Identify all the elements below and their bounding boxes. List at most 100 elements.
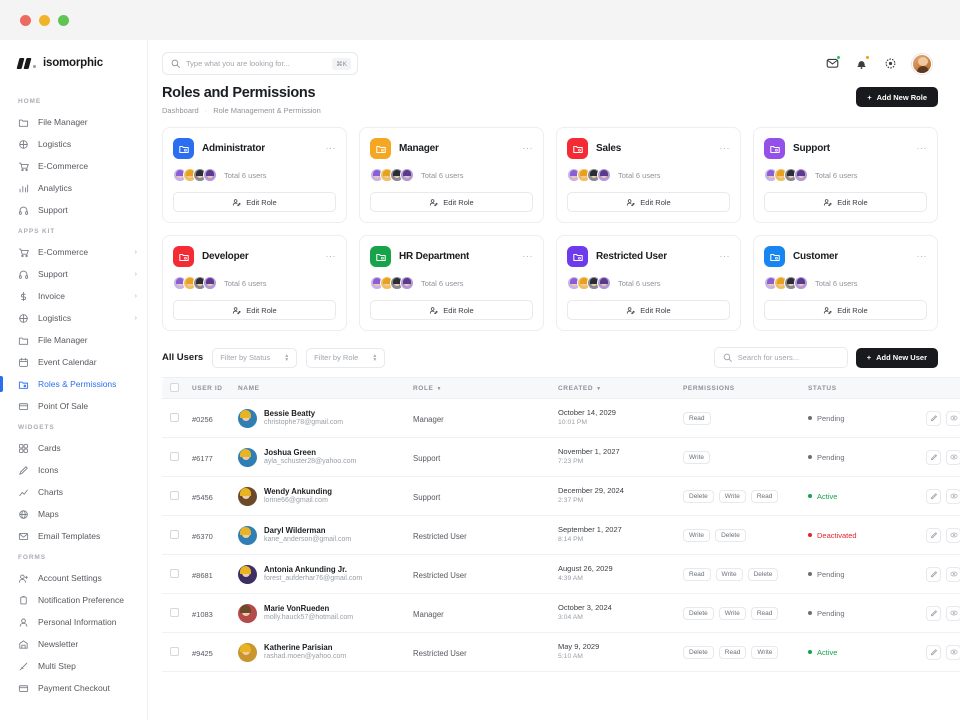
sidebar-item-support[interactable]: Support › [0, 263, 147, 285]
filter-by-role-select[interactable]: Filter by Role ▲ ▼ [306, 347, 386, 368]
row-checkbox-cell[interactable] [162, 554, 188, 594]
table-header-name: NAME [234, 377, 409, 399]
sidebar-item-icons[interactable]: Icons [0, 459, 147, 481]
row-checkbox-cell[interactable] [162, 515, 188, 555]
avatar [400, 168, 414, 182]
breadcrumb-root[interactable]: Dashboard [162, 106, 199, 115]
add-new-user-button[interactable]: + Add New User [855, 347, 938, 368]
edit-row-icon[interactable] [926, 527, 941, 543]
sidebar-item-newsletter[interactable]: Newsletter [0, 633, 147, 655]
select-all-checkbox[interactable] [162, 377, 188, 399]
sidebar-item-point-of-sale[interactable]: Point Of Sale [0, 395, 147, 417]
status-badge: Active [808, 648, 905, 657]
role-name: HR Department [399, 251, 470, 262]
brand-logo[interactable]: isomorphic [0, 40, 147, 91]
checkbox[interactable] [170, 569, 179, 578]
edit-role-button[interactable]: Edit Role [370, 300, 533, 320]
role-card-menu-button[interactable]: ··· [917, 144, 928, 153]
role-card-menu-button[interactable]: ··· [720, 252, 731, 261]
sidebar-item-invoice[interactable]: Invoice › [0, 285, 147, 307]
top-bar: Type what you are looking for... ⌘K [148, 40, 960, 75]
row-permissions-cell: Write Delete [679, 515, 804, 555]
role-card-menu-button[interactable]: ··· [326, 144, 337, 153]
edit-role-button[interactable]: Edit Role [173, 300, 336, 320]
view-row-icon[interactable] [946, 566, 960, 582]
role-user-avatars [764, 168, 808, 182]
sidebar-item-e-commerce[interactable]: E-Commerce › [0, 241, 147, 263]
view-row-icon[interactable] [946, 605, 960, 621]
sidebar-item-file-manager[interactable]: File Manager [0, 111, 147, 133]
row-checkbox-cell[interactable] [162, 593, 188, 633]
checkbox[interactable] [170, 647, 179, 656]
edit-role-button[interactable]: Edit Role [370, 192, 533, 212]
avatar[interactable] [912, 53, 932, 74]
permission-chip: Read [750, 606, 779, 620]
sidebar-item-analytics[interactable]: Analytics [0, 177, 147, 199]
view-row-icon[interactable] [946, 410, 960, 426]
edit-role-button[interactable]: Edit Role [764, 300, 927, 320]
edit-role-button[interactable]: Edit Role [567, 300, 730, 320]
checkbox[interactable] [170, 530, 179, 539]
window-close-button[interactable] [20, 14, 31, 26]
sidebar-item-personal-information[interactable]: Personal Information [0, 611, 147, 633]
edit-role-button[interactable]: Edit Role [567, 192, 730, 212]
checkbox[interactable] [170, 491, 179, 500]
avatar [238, 603, 257, 623]
settings-icon[interactable] [883, 56, 898, 71]
sidebar-item-logistics[interactable]: Logistics [0, 133, 147, 155]
view-row-icon[interactable] [946, 449, 960, 465]
edit-role-button[interactable]: Edit Role [764, 192, 927, 212]
role-card-menu-button[interactable]: ··· [720, 144, 731, 153]
checkbox[interactable] [170, 452, 179, 461]
edit-row-icon[interactable] [926, 605, 941, 621]
view-row-icon[interactable] [946, 527, 960, 543]
sidebar-item-notification-preference[interactable]: Notification Preference [0, 589, 147, 611]
edit-row-icon[interactable] [926, 410, 941, 426]
sidebar-item-account-settings[interactable]: Account Settings [0, 567, 147, 589]
sidebar-item-payment-checkout[interactable]: Payment Checkout [0, 677, 147, 699]
sidebar-item-multi-step[interactable]: Multi Step [0, 655, 147, 677]
bell-icon[interactable] [854, 55, 870, 71]
row-checkbox-cell[interactable] [162, 437, 188, 477]
global-search-input[interactable]: Type what you are looking for... ⌘K [162, 52, 358, 75]
checkbox[interactable] [170, 382, 179, 392]
sidebar-item-e-commerce[interactable]: E-Commerce [0, 155, 147, 177]
sidebar-item-cards[interactable]: Cards [0, 437, 147, 459]
role-card-menu-button[interactable]: ··· [523, 252, 534, 261]
edit-row-icon[interactable] [926, 644, 941, 660]
table-header-created[interactable]: CREATED ▼ [554, 377, 679, 399]
role-card-menu-button[interactable]: ··· [917, 252, 928, 261]
view-row-icon[interactable] [946, 644, 960, 660]
add-new-role-button[interactable]: + Add New Role [856, 87, 938, 107]
sidebar-item-maps[interactable]: Maps [0, 503, 147, 525]
window-minimize-button[interactable] [39, 14, 50, 26]
sidebar-item-roles-permissions[interactable]: Roles & Permissions [0, 373, 147, 395]
row-checkbox-cell[interactable] [162, 476, 188, 516]
table-header-role[interactable]: ROLE ▼ [409, 377, 554, 399]
edit-row-icon[interactable] [926, 488, 941, 504]
row-checkbox-cell[interactable] [162, 632, 188, 672]
window-maximize-button[interactable] [58, 14, 69, 26]
filter-by-status-select[interactable]: Filter by Status ▲ ▼ [212, 347, 298, 368]
row-checkbox-cell[interactable] [162, 398, 188, 438]
messages-icon[interactable] [825, 55, 841, 71]
sidebar-item-logistics[interactable]: Logistics › [0, 307, 147, 329]
checkbox[interactable] [170, 413, 179, 422]
sidebar-item-event-calendar[interactable]: Event Calendar [0, 351, 147, 373]
role-card-menu-button[interactable]: ··· [523, 144, 534, 153]
role-user-avatars [567, 168, 611, 182]
edit-row-icon[interactable] [926, 566, 941, 582]
role-card-menu-button[interactable]: ··· [326, 252, 337, 261]
user-search-input[interactable]: Search for users... [713, 347, 848, 368]
created-date: October 3, 2024 [558, 603, 612, 613]
sidebar-item-charts[interactable]: Charts [0, 481, 147, 503]
row-permissions-cell: Delete Write Read [679, 593, 804, 633]
sidebar-item-file-manager[interactable]: File Manager [0, 329, 147, 351]
edit-role-button[interactable]: Edit Role [173, 192, 336, 212]
sidebar-item-email-templates[interactable]: Email Templates [0, 525, 147, 547]
edit-row-icon[interactable] [926, 449, 941, 465]
view-row-icon[interactable] [946, 488, 960, 504]
role-name: Restricted User [596, 251, 667, 262]
checkbox[interactable] [170, 608, 179, 617]
sidebar-item-support[interactable]: Support [0, 199, 147, 221]
